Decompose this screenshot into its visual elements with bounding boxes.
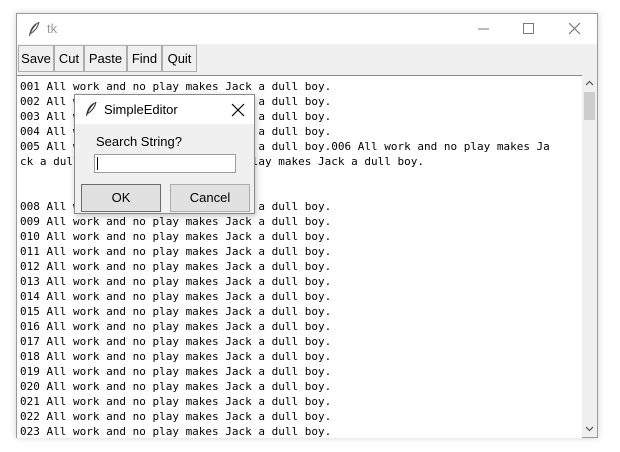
minimize-icon — [478, 28, 489, 30]
editor-line: 022 All work and no play makes Jack a du… — [20, 410, 332, 423]
dialog-title: SimpleEditor — [104, 102, 178, 117]
main-window: tk Save Cut Paste Find Quit 001 All work… — [16, 13, 598, 438]
editor-line: 020 All work and no play makes Jack a du… — [20, 380, 332, 393]
editor-line: 015 All work and no play makes Jack a du… — [20, 305, 332, 318]
cancel-button[interactable]: Cancel — [170, 184, 250, 212]
scrollbar-thumb[interactable] — [584, 92, 595, 120]
vertical-scrollbar[interactable] — [582, 75, 597, 437]
search-string-input[interactable] — [94, 154, 236, 173]
editor-line: 023 All work and no play makes Jack a du… — [20, 425, 332, 438]
search-prompt-label: Search String? — [96, 134, 182, 149]
find-button[interactable]: Find — [127, 45, 162, 72]
maximize-icon — [523, 23, 534, 34]
feather-icon — [29, 21, 40, 36]
ok-button[interactable]: OK — [81, 184, 161, 212]
editor-line: 014 All work and no play makes Jack a du… — [20, 290, 332, 303]
window-titlebar[interactable]: tk — [17, 14, 597, 44]
editor-line: 009 All work and no play makes Jack a du… — [20, 215, 332, 228]
minimize-button[interactable] — [462, 14, 506, 44]
chevron-down-icon[interactable] — [582, 421, 597, 436]
close-icon[interactable] — [231, 103, 245, 117]
chevron-up-icon[interactable] — [582, 76, 597, 91]
save-button[interactable]: Save — [18, 45, 54, 72]
editor-line: 010 All work and no play makes Jack a du… — [20, 230, 332, 243]
dialog-titlebar[interactable]: SimpleEditor — [75, 95, 254, 124]
editor-line: 017 All work and no play makes Jack a du… — [20, 335, 332, 348]
editor-line: 021 All work and no play makes Jack a du… — [20, 395, 332, 408]
editor-line: 012 All work and no play makes Jack a du… — [20, 260, 332, 273]
search-dialog: SimpleEditor Search String? OK Cancel — [74, 94, 255, 214]
quit-button[interactable]: Quit — [162, 45, 197, 72]
cut-button[interactable]: Cut — [54, 45, 84, 72]
text-caret — [97, 157, 98, 170]
editor-line: 016 All work and no play makes Jack a du… — [20, 320, 332, 333]
paste-button[interactable]: Paste — [84, 45, 127, 72]
close-button[interactable] — [553, 14, 597, 44]
feather-icon — [86, 101, 97, 116]
toolbar: Save Cut Paste Find Quit — [17, 44, 597, 74]
maximize-button[interactable] — [507, 14, 551, 44]
window-title: tk — [47, 21, 58, 36]
close-icon — [569, 23, 581, 35]
editor-line: 019 All work and no play makes Jack a du… — [20, 365, 332, 378]
editor-line: 013 All work and no play makes Jack a du… — [20, 275, 332, 288]
editor-line: 001 All work and no play makes Jack a du… — [20, 80, 332, 93]
editor-line: 018 All work and no play makes Jack a du… — [20, 350, 332, 363]
editor-line: 011 All work and no play makes Jack a du… — [20, 245, 332, 258]
